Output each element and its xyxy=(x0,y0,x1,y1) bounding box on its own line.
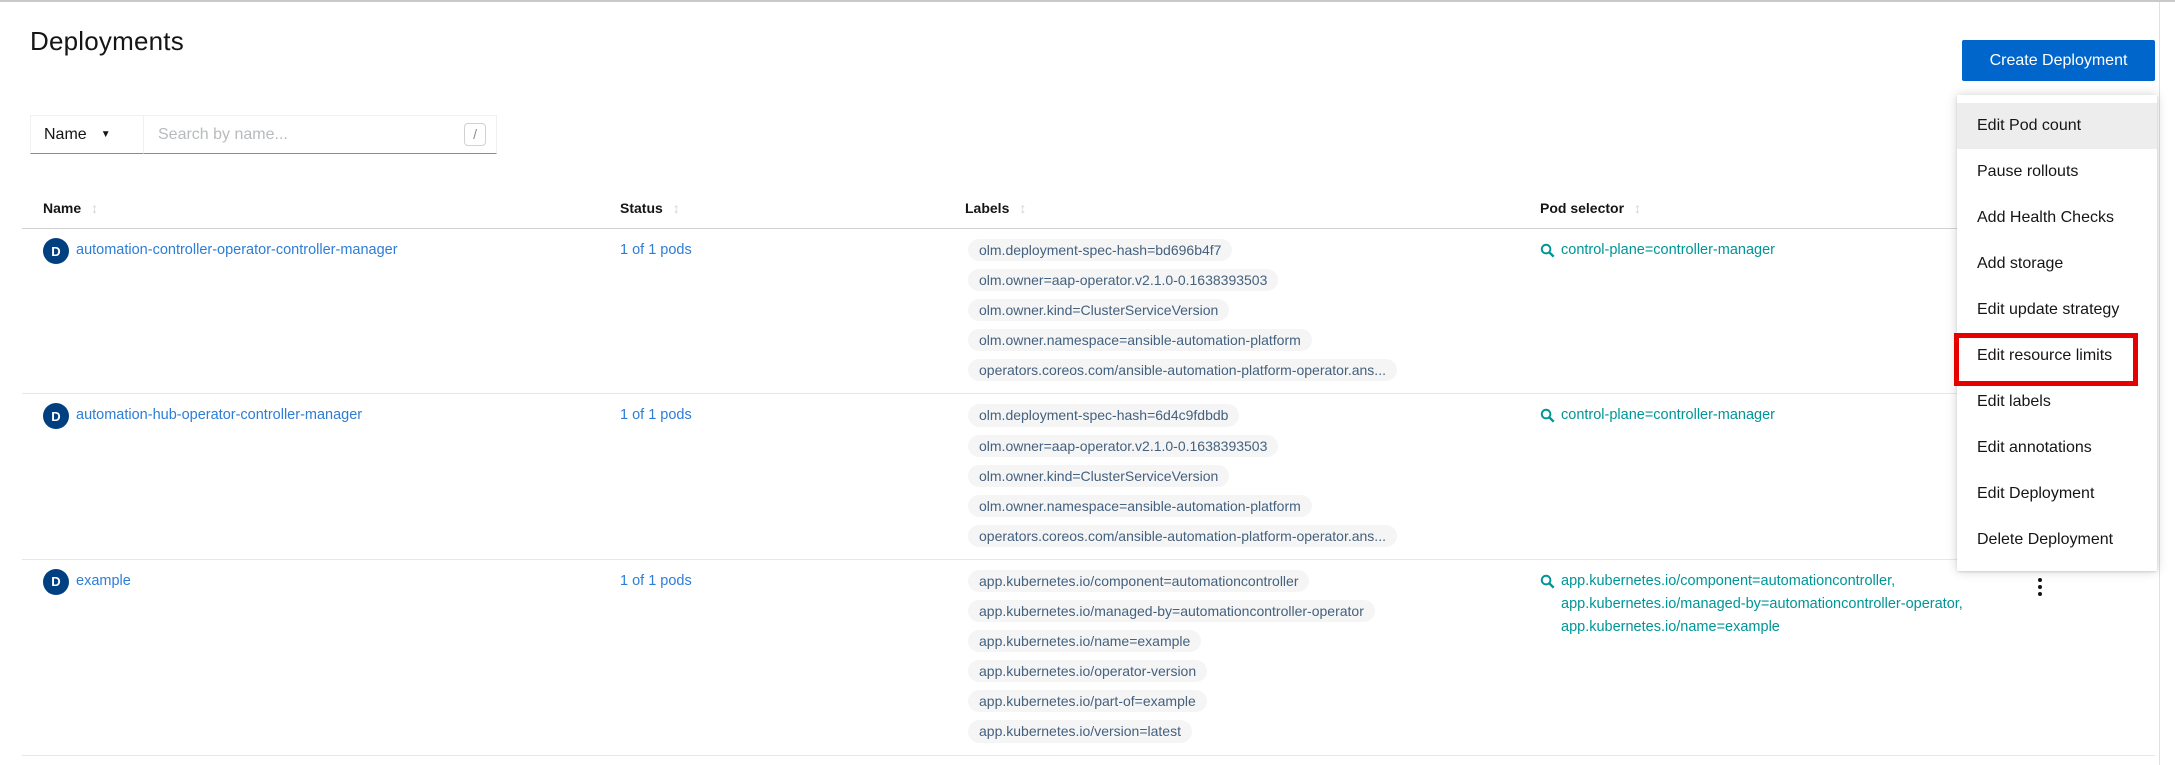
pod-selector-link[interactable]: app.kubernetes.io/component=automationco… xyxy=(1561,573,1963,589)
label-chip[interactable]: app.kubernetes.io/name=example xyxy=(968,630,1201,652)
sort-icon[interactable]: ↕ xyxy=(91,200,98,216)
sort-icon[interactable]: ↕ xyxy=(1019,200,1026,216)
pod-selector-cell: control-plane=controller-manager xyxy=(1540,239,2010,381)
deployment-badge-icon: D xyxy=(43,569,69,595)
label-chip[interactable]: olm.owner=aap-operator.v2.1.0-0.16383935… xyxy=(968,269,1278,291)
pod-selector-cell: app.kubernetes.io/component=automationco… xyxy=(1540,570,2010,743)
search-field-wrapper: / xyxy=(144,115,497,154)
deployment-name-cell: D automation-hub-operator-controller-man… xyxy=(22,404,620,546)
kebab-menu-icon[interactable] xyxy=(2032,578,2048,596)
deployment-badge-icon: D xyxy=(43,238,69,264)
label-chip[interactable]: app.kubernetes.io/component=automationco… xyxy=(968,570,1309,592)
status-cell: 1 of 1 pods xyxy=(620,239,965,381)
labels-cell: olm.deployment-spec-hash=bd696b4f7 olm.o… xyxy=(965,239,1540,381)
deployment-name-link[interactable]: example xyxy=(76,573,131,589)
page-title: Deployments xyxy=(30,26,184,57)
column-header-labels[interactable]: Labels ↕ xyxy=(965,188,1540,228)
menu-item-add-storage[interactable]: Add storage xyxy=(1957,241,2157,287)
deployment-name-link[interactable]: automation-controller-operator-controlle… xyxy=(76,242,398,258)
search-icon xyxy=(1540,408,1555,423)
label-chip[interactable]: app.kubernetes.io/operator-version xyxy=(968,660,1207,682)
label-chip[interactable]: olm.deployment-spec-hash=bd696b4f7 xyxy=(968,239,1232,261)
label-chip[interactable]: olm.owner.namespace=ansible-automation-p… xyxy=(968,495,1312,517)
deployments-page: Deployments Create Deployment Name ▼ / N… xyxy=(0,0,2175,765)
pod-selector-link[interactable]: control-plane=controller-manager xyxy=(1561,242,1775,258)
label-chip[interactable]: olm.owner=aap-operator.v2.1.0-0.16383935… xyxy=(968,435,1278,457)
scrollbar-track-edge xyxy=(2159,2,2160,765)
table-row: D automation-controller-operator-control… xyxy=(22,229,2155,394)
label-chip[interactable]: operators.coreos.com/ansible-automation-… xyxy=(968,359,1397,381)
table-header-row: Name ↕ Status ↕ Labels ↕ Pod selector ↕ xyxy=(22,188,2155,229)
menu-item-edit-labels[interactable]: Edit labels xyxy=(1957,379,2157,425)
label-chip[interactable]: app.kubernetes.io/version=latest xyxy=(968,720,1192,742)
pods-status-link[interactable]: 1 of 1 pods xyxy=(620,570,692,589)
chevron-down-icon: ▼ xyxy=(101,129,111,140)
label-chip[interactable]: olm.owner.kind=ClusterServiceVersion xyxy=(968,299,1229,321)
create-deployment-button[interactable]: Create Deployment xyxy=(1962,40,2155,81)
label-chip[interactable]: olm.owner.namespace=ansible-automation-p… xyxy=(968,329,1312,351)
pods-status-link[interactable]: 1 of 1 pods xyxy=(620,239,692,258)
column-header-name[interactable]: Name ↕ xyxy=(22,188,620,228)
label-chip[interactable]: olm.owner.kind=ClusterServiceVersion xyxy=(968,465,1229,487)
labels-cell: olm.deployment-spec-hash=6d4c9fdbdb olm.… xyxy=(965,404,1540,546)
menu-item-pause-rollouts[interactable]: Pause rollouts xyxy=(1957,149,2157,195)
pods-status-link[interactable]: 1 of 1 pods xyxy=(620,404,692,423)
filter-toolbar: Name ▼ / xyxy=(30,115,497,154)
table-row: D automation-hub-operator-controller-man… xyxy=(22,394,2155,559)
sort-icon[interactable]: ↕ xyxy=(673,200,680,216)
slash-shortcut-badge: / xyxy=(464,123,486,146)
menu-item-edit-resource-limits[interactable]: Edit resource limits xyxy=(1957,333,2157,379)
menu-item-edit-pod-count[interactable]: Edit Pod count xyxy=(1957,103,2157,149)
label-chip[interactable]: app.kubernetes.io/part-of=example xyxy=(968,690,1207,712)
search-input[interactable] xyxy=(158,126,464,144)
label-chip[interactable]: olm.deployment-spec-hash=6d4c9fdbdb xyxy=(968,404,1239,426)
column-header-status[interactable]: Status ↕ xyxy=(620,188,965,228)
deployment-badge-icon: D xyxy=(43,403,69,429)
label-chip[interactable]: app.kubernetes.io/managed-by=automationc… xyxy=(968,600,1375,622)
actions-dropdown-menu: Edit Pod count Pause rollouts Add Health… xyxy=(1957,95,2157,571)
menu-item-delete-deployment[interactable]: Delete Deployment xyxy=(1957,517,2157,563)
deployment-name-cell: D example xyxy=(22,570,620,743)
deployments-table: Name ↕ Status ↕ Labels ↕ Pod selector ↕ … xyxy=(22,188,2155,756)
pod-selector-link[interactable]: control-plane=controller-manager xyxy=(1561,407,1775,423)
sort-icon[interactable]: ↕ xyxy=(1634,200,1641,216)
menu-item-edit-annotations[interactable]: Edit annotations xyxy=(1957,425,2157,471)
deployment-name-cell: D automation-controller-operator-control… xyxy=(22,239,620,381)
labels-cell: app.kubernetes.io/component=automationco… xyxy=(965,570,1540,743)
actions-cell xyxy=(2010,570,2155,743)
filter-type-dropdown[interactable]: Name ▼ xyxy=(30,115,144,154)
search-icon xyxy=(1540,243,1555,258)
status-cell: 1 of 1 pods xyxy=(620,404,965,546)
menu-item-edit-deployment[interactable]: Edit Deployment xyxy=(1957,471,2157,517)
status-cell: 1 of 1 pods xyxy=(620,570,965,743)
filter-type-label: Name xyxy=(44,126,87,144)
pod-selector-link[interactable]: app.kubernetes.io/name=example xyxy=(1561,619,1963,635)
table-row: D example 1 of 1 pods app.kubernetes.io/… xyxy=(22,560,2155,756)
deployment-name-link[interactable]: automation-hub-operator-controller-manag… xyxy=(76,407,362,423)
pod-selector-cell: control-plane=controller-manager xyxy=(1540,404,2010,546)
column-header-pod-selector[interactable]: Pod selector ↕ xyxy=(1540,188,2010,228)
menu-item-edit-update-strategy[interactable]: Edit update strategy xyxy=(1957,287,2157,333)
search-icon xyxy=(1540,574,1555,589)
pod-selector-link[interactable]: app.kubernetes.io/managed-by=automationc… xyxy=(1561,596,1963,612)
menu-item-add-health-checks[interactable]: Add Health Checks xyxy=(1957,195,2157,241)
label-chip[interactable]: operators.coreos.com/ansible-automation-… xyxy=(968,525,1397,547)
